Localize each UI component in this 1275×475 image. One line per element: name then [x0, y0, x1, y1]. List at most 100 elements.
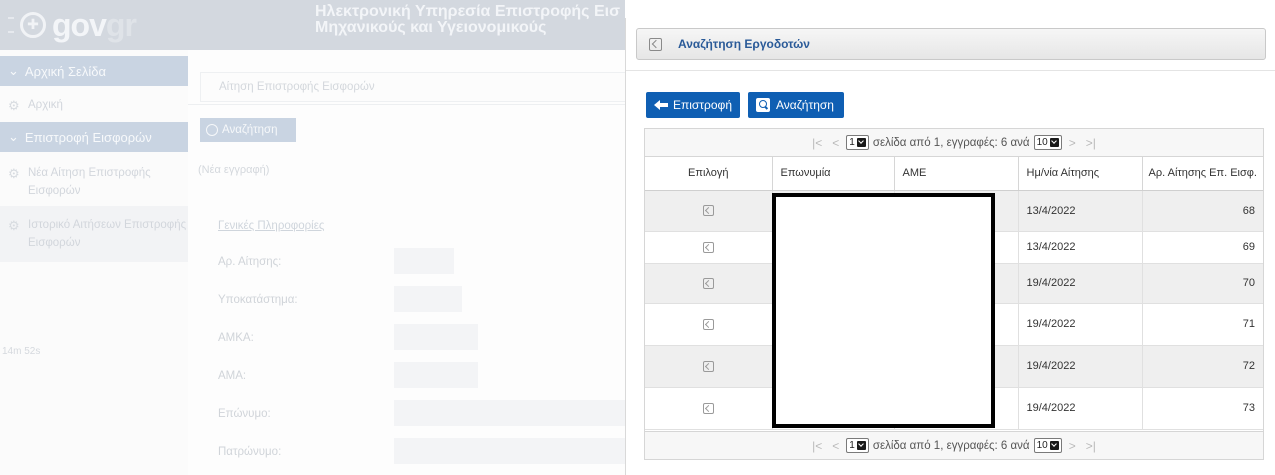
sidebar-section-home[interactable]: ⌄ Αρχική Σελίδα — [0, 56, 188, 86]
next-page-button[interactable]: > — [1066, 439, 1079, 453]
select-row-icon[interactable] — [702, 205, 714, 217]
select-cell[interactable] — [645, 263, 773, 304]
background-page: ✚ govgr Ηλεκτρονική Υπηρεσία Επιστροφής … — [0, 0, 625, 475]
chevron-down-icon: ⌄ — [8, 63, 19, 78]
dialog-title: Αναζήτηση Εργοδοτών — [678, 37, 810, 51]
prev-page-button[interactable]: < — [829, 439, 842, 453]
date-cell: 19/4/2022 — [1018, 387, 1143, 430]
column-header[interactable]: Επιλογή — [645, 157, 773, 191]
pager-top: |< < 1 σελίδα από 1, εγγραφές: 6 ανά 10 … — [645, 129, 1263, 157]
service-title: Ηλεκτρονική Υπηρεσία Επιστροφής Εισ Μηχα… — [315, 4, 625, 36]
back-button-label: Επιστροφή — [672, 98, 732, 112]
pager-text: σελίδα από 1, εγγραφές: 6 ανά — [872, 439, 1030, 452]
amka-field[interactable] — [394, 324, 478, 350]
ama-field[interactable] — [394, 362, 478, 388]
service-title-line-2: Μηχανικούς και Υγειονομικούς — [315, 19, 547, 36]
field-label: ΑΜΑ: — [218, 370, 247, 382]
number-cell: 69 — [1142, 231, 1263, 264]
branch-field[interactable] — [394, 286, 462, 312]
page-size-select[interactable]: 10 — [1033, 438, 1062, 453]
page-size-value: 10 — [1036, 137, 1048, 148]
table-header-row: Επιλογή Επωνυμία ΑΜΕ Ημ/νία Αίτησης Αρ. … — [645, 157, 1263, 191]
select-cell[interactable] — [645, 231, 773, 264]
search-button-label: Αναζήτηση — [222, 124, 278, 136]
next-page-button[interactable]: > — [1066, 136, 1079, 150]
circle-icon — [206, 124, 218, 136]
chevron-down-icon — [1049, 138, 1059, 147]
general-info-title: Γενικές Πληροφορίες — [218, 220, 325, 232]
number-cell: 72 — [1142, 345, 1263, 388]
pager-bottom: |< < 1 σελίδα από 1, εγγραφές: 6 ανά 10 … — [645, 431, 1263, 459]
select-cell[interactable] — [645, 190, 773, 232]
column-header[interactable]: ΑΜΕ — [894, 157, 1019, 191]
number-cell: 73 — [1142, 387, 1263, 430]
sidebar-section-refund[interactable]: ⌄ Επιστροφή Εισφορών — [0, 122, 188, 152]
dialog-header: Αναζήτηση Εργοδοτών — [636, 28, 1266, 60]
site-header: ✚ govgr Ηλεκτρονική Υπηρεσία Επιστροφής … — [0, 0, 625, 50]
chevron-down-icon — [856, 441, 866, 450]
select-cell[interactable] — [645, 303, 773, 346]
chevron-down-icon — [1049, 441, 1059, 450]
sidebar-item-label: Αρχική — [28, 99, 63, 111]
prev-page-button[interactable]: < — [829, 136, 842, 150]
arrow-left-icon — [654, 100, 668, 110]
redaction-box — [772, 193, 995, 428]
column-header[interactable]: Αρ. Αίτησης Επ. Εισφ. — [1142, 157, 1263, 191]
select-row-icon[interactable] — [702, 360, 714, 372]
chevron-down-icon — [856, 138, 866, 147]
search-button[interactable]: Αναζήτηση — [200, 118, 296, 142]
first-page-button[interactable]: |< — [809, 439, 825, 453]
sidebar-item-label: Νέα Αίτηση Επιστροφής Εισφορών — [28, 167, 151, 197]
number-cell: 70 — [1142, 263, 1263, 304]
sidebar-section-label: Αρχική Σελίδα — [24, 63, 106, 79]
page-select[interactable]: 1 — [846, 135, 869, 150]
field-label: Επώνυμο: — [218, 408, 271, 420]
new-record-label: (Νέα εγγραφή) — [198, 164, 270, 176]
sidebar-item-new-application[interactable]: ⚙ Νέα Αίτηση Επιστροφής Εισφορών — [0, 164, 160, 200]
page-select-value: 1 — [849, 440, 855, 451]
select-row-icon[interactable] — [702, 241, 714, 253]
enter-icon — [649, 37, 662, 51]
menu-icon[interactable] — [8, 17, 14, 33]
select-row-icon[interactable] — [702, 318, 714, 330]
date-cell: 13/4/2022 — [1018, 231, 1143, 264]
page-select[interactable]: 1 — [846, 438, 869, 453]
sidebar-item-history[interactable]: ⚙ Ιστορικό Αιτήσεων Επιστροφής Εισφορών — [0, 206, 188, 262]
date-cell: 19/4/2022 — [1018, 303, 1143, 346]
select-cell[interactable] — [645, 345, 773, 388]
number-cell: 71 — [1142, 303, 1263, 346]
brand-text: govgr — [52, 6, 137, 43]
date-cell: 19/4/2022 — [1018, 263, 1143, 304]
seal-icon: ✚ — [20, 12, 46, 38]
govgr-logo: ✚ govgr — [8, 6, 137, 44]
field-label: Υποκατάστημα: — [218, 294, 298, 306]
page-size-select[interactable]: 10 — [1033, 135, 1062, 150]
chevron-down-icon: ⌄ — [8, 129, 19, 144]
date-cell: 19/4/2022 — [1018, 345, 1143, 388]
search-button-label: Αναζήτηση — [776, 98, 834, 112]
sidebar-item-home[interactable]: ⚙ Αρχική — [0, 96, 188, 114]
search-button[interactable]: Αναζήτηση — [748, 92, 844, 118]
application-number-field[interactable] — [394, 248, 454, 274]
breadcrumb: Αίτηση Επιστροφής Εισφορών — [200, 72, 625, 102]
select-row-icon[interactable] — [702, 402, 714, 414]
select-cell[interactable] — [645, 387, 773, 430]
date-cell: 13/4/2022 — [1018, 190, 1143, 232]
fathers-name-field[interactable] — [394, 438, 625, 464]
sidebar: ⌄ Αρχική Σελίδα ⚙ Αρχική ⌄ Επιστροφή Εισ… — [0, 50, 188, 475]
page-select-value: 1 — [849, 137, 855, 148]
number-cell: 68 — [1142, 190, 1263, 232]
gear-icon: ⚙ — [8, 218, 20, 233]
column-header[interactable]: Επωνυμία — [772, 157, 895, 191]
first-page-button[interactable]: |< — [809, 136, 825, 150]
session-timer: 14m 52s — [2, 346, 41, 357]
select-row-icon[interactable] — [702, 277, 714, 289]
sidebar-section-label: Επιστροφή Εισφορών — [24, 129, 152, 145]
last-page-button[interactable]: >| — [1083, 439, 1099, 453]
column-header[interactable]: Ημ/νία Αίτησης — [1018, 157, 1143, 191]
last-page-button[interactable]: >| — [1083, 136, 1099, 150]
surname-field[interactable] — [394, 400, 625, 426]
back-button[interactable]: Επιστροφή — [646, 92, 740, 118]
divider — [188, 104, 625, 105]
pager-text: σελίδα από 1, εγγραφές: 6 ανά — [872, 136, 1030, 149]
